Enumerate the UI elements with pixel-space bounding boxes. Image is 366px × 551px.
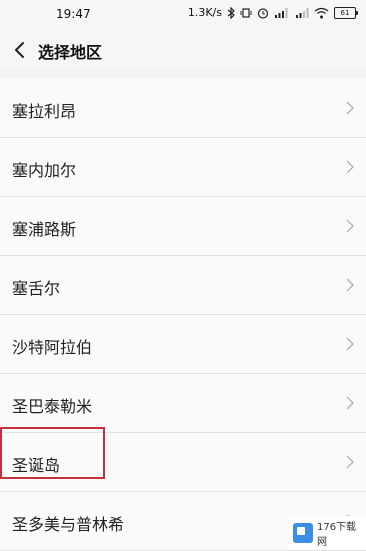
region-item[interactable]: 塞内加尔 [0,138,366,197]
region-item-christmas-island[interactable]: 圣诞岛 [0,433,366,492]
status-bar: 19:47 1.3K/s 61 [0,0,366,30]
region-label: 圣多美与普林希 [12,515,125,534]
signal-icon [275,7,288,18]
region-label: 塞拉利昂 [12,102,77,121]
chevron-right-icon [346,219,354,233]
region-label: 圣巴泰勒米 [12,397,93,416]
status-time: 19:47 [56,7,91,21]
watermark-text: 176下载网 [316,522,357,548]
bluetooth-icon [227,6,235,19]
battery-icon: 61 [334,6,358,19]
signal-2-icon [296,7,309,18]
wifi-icon [314,7,329,18]
network-speed: 1.3K/s [187,6,222,19]
chevron-right-icon [346,160,354,174]
alarm-icon [257,7,269,19]
vibrate-icon [240,7,252,18]
chevron-right-icon [346,455,354,469]
region-label: 沙特阿拉伯 [12,338,93,357]
header: 选择地区 [0,30,366,70]
region-item[interactable]: 塞浦路斯 [0,197,366,256]
region-list: 塞拉利昂 塞内加尔 塞浦路斯 塞舌尔 沙特阿拉伯 圣巴泰勒米 圣诞岛 圣多美与普… [0,79,366,551]
region-item[interactable]: 沙特阿拉伯 [0,315,366,374]
region-item[interactable]: 塞舌尔 [0,256,366,315]
region-label: 塞内加尔 [12,161,77,180]
chevron-left-icon [15,42,24,58]
watermark: 176下载网 [289,516,366,550]
page-title: 选择地区 [38,43,103,62]
chevron-right-icon [346,396,354,410]
region-item[interactable]: 塞拉利昂 [0,79,366,138]
region-label: 圣诞岛 [12,456,61,475]
watermark-logo-icon [293,523,313,543]
status-icons: 1.3K/s 61 [187,6,358,19]
chevron-right-icon [346,278,354,292]
region-label: 塞浦路斯 [12,220,77,239]
chevron-right-icon [346,101,354,115]
battery-level: 61 [340,8,350,17]
region-label: 塞舌尔 [12,279,61,298]
region-item[interactable]: 圣巴泰勒米 [0,374,366,433]
chevron-right-icon [346,337,354,351]
back-button[interactable] [6,36,34,64]
